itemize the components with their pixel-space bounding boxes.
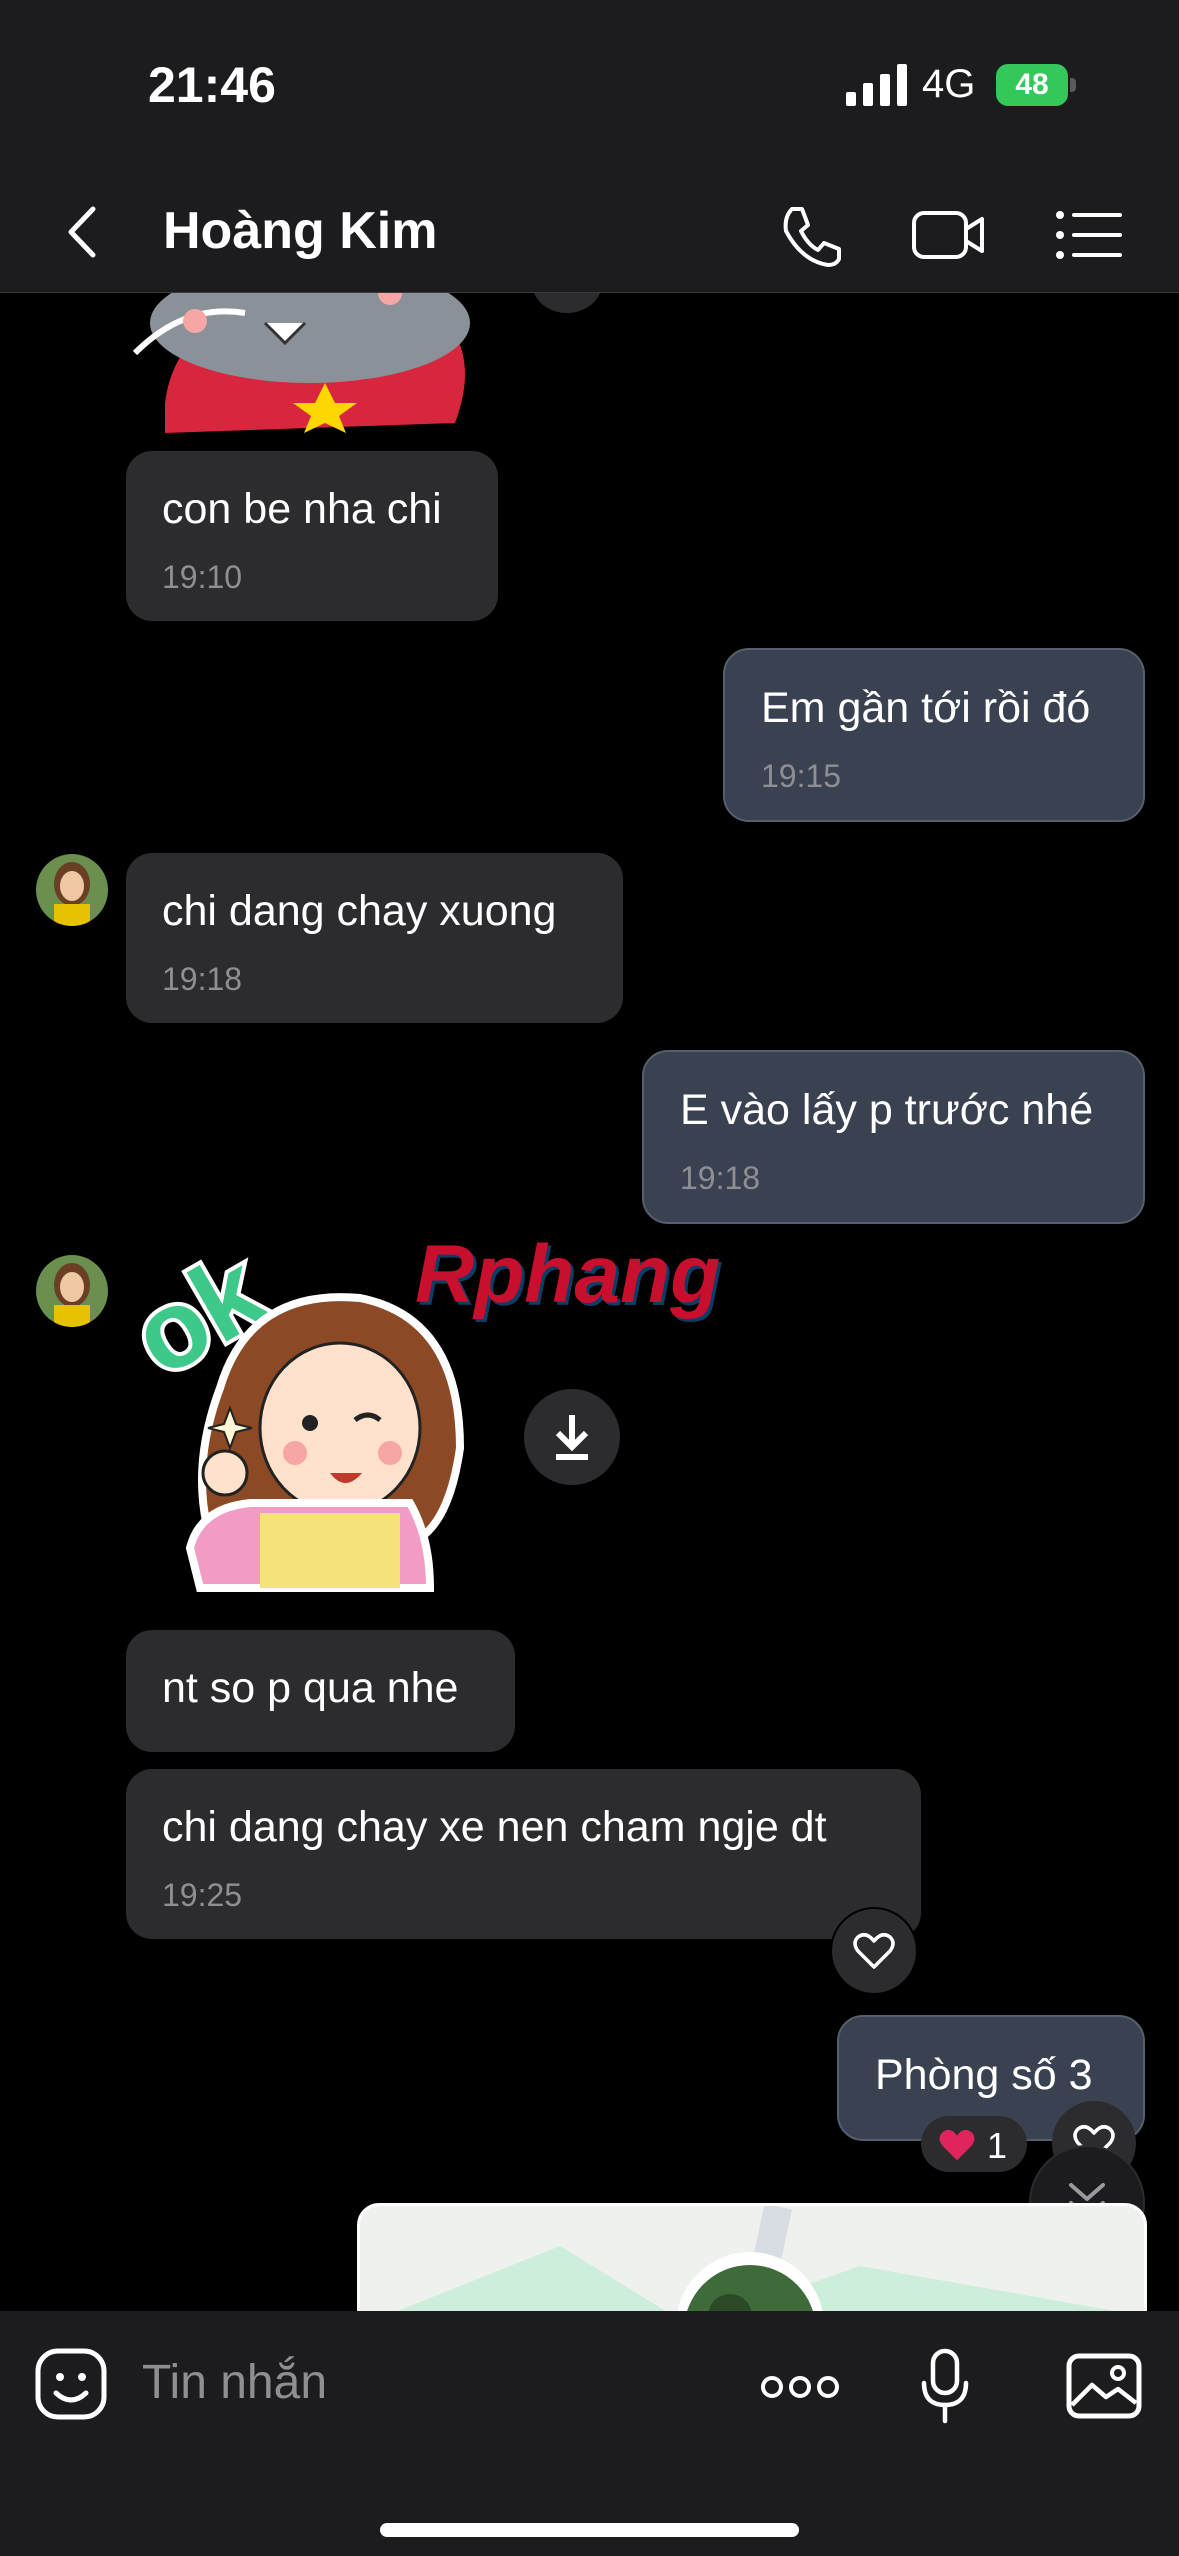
back-icon[interactable]: [55, 197, 115, 267]
message-bubble-incoming[interactable]: chi dang chay xuong 19:18: [126, 853, 623, 1023]
message-time: 19:18: [162, 961, 243, 997]
message-bubble-outgoing[interactable]: E vào lấy p trước nhé 19:18: [642, 1050, 1145, 1224]
clock: 21:46: [148, 57, 276, 113]
more-options-icon[interactable]: [760, 2373, 840, 2401]
video-call-icon[interactable]: [908, 195, 988, 275]
chat-header: Hoàng Kim: [0, 175, 1179, 293]
message-bubble-outgoing[interactable]: Em gần tới rồi đó 19:15: [723, 648, 1145, 822]
contact-avatar[interactable]: [36, 1255, 108, 1327]
message-text: Em gần tới rồi đó: [761, 684, 1091, 732]
message-input[interactable]: Tin nhắn: [142, 2355, 327, 2410]
message-bubble-incoming[interactable]: chi dang chay xe nen cham ngje dt 19:25: [126, 1769, 921, 1939]
download-button[interactable]: [532, 293, 602, 313]
phone-icon[interactable]: [772, 195, 852, 275]
heart-outline-icon: [853, 1933, 895, 1969]
message-input-bar: Tin nhắn: [0, 2311, 1179, 2556]
message-text: con be nha chi: [162, 485, 442, 533]
microphone-icon[interactable]: [918, 2347, 972, 2427]
map-image: [397, 2206, 1116, 2311]
watermark-text-inner: Rphang: [415, 1229, 721, 1320]
message-text: nt so p qua nhe: [162, 1664, 459, 1712]
message-bubble-incoming[interactable]: con be nha chi 19:10: [126, 451, 498, 621]
contact-avatar[interactable]: [36, 854, 108, 926]
battery-icon: 48: [996, 64, 1078, 106]
message-time: 19:25: [162, 1877, 243, 1913]
message-text: Phòng số 3: [875, 2051, 1093, 2099]
network-type: 4G: [922, 62, 976, 106]
home-indicator[interactable]: [380, 2523, 799, 2537]
reaction-count: 1: [987, 2125, 1008, 2166]
message-time: 19:18: [680, 1160, 761, 1196]
message-text: E vào lấy p trước nhé: [680, 1086, 1094, 1134]
signal-icon: [846, 64, 907, 106]
watermark-text: Rphang: [415, 1228, 720, 1322]
message-time: 19:15: [761, 758, 842, 794]
sticker-image[interactable]: [125, 293, 495, 433]
menu-list-icon[interactable]: [1048, 195, 1128, 275]
location-card[interactable]: [357, 2203, 1147, 2311]
message-text: chi dang chay xe nen cham ngje dt: [162, 1803, 827, 1851]
image-gallery-icon[interactable]: [1066, 2353, 1142, 2419]
heart-icon: [939, 2129, 975, 2161]
download-icon: [555, 1415, 589, 1460]
status-bar: 21:46 4G 48: [0, 0, 1179, 175]
message-list[interactable]: con be nha chi 19:10 Em gần tới rồi đó 1…: [0, 293, 1179, 2311]
reaction-badge[interactable]: 1: [921, 2116, 1027, 2172]
download-button[interactable]: [524, 1389, 620, 1485]
battery-level: 48: [1015, 68, 1049, 101]
message-text: chi dang chay xuong: [162, 887, 557, 935]
message-bubble-incoming[interactable]: nt so p qua nhe: [126, 1630, 515, 1752]
message-time: 19:10: [162, 559, 243, 595]
contact-name[interactable]: Hoàng Kim: [163, 201, 437, 261]
sticker-emoji-icon[interactable]: [34, 2347, 108, 2421]
react-button[interactable]: [830, 1907, 918, 1995]
